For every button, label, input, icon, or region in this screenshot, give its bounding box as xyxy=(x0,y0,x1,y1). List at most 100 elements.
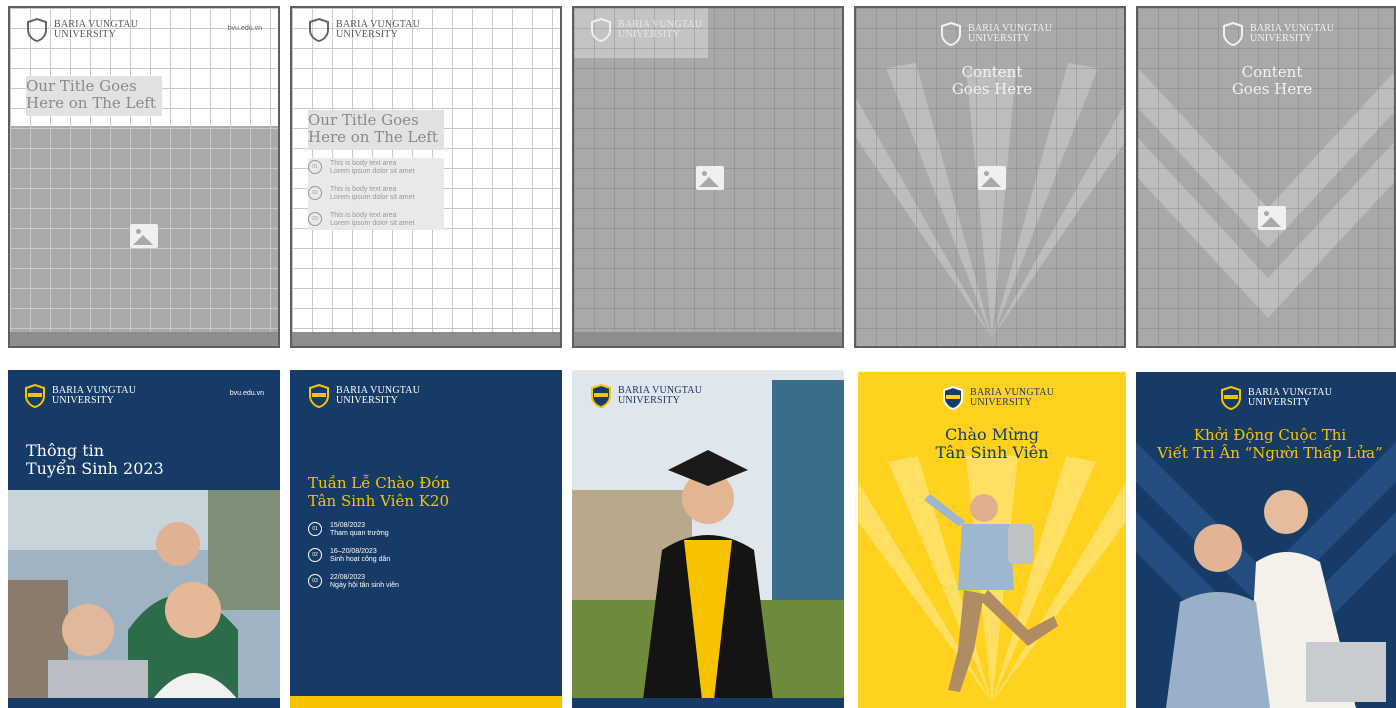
title-line1: Thông tin xyxy=(26,441,105,460)
template-title: Our Title Goes Here on The Left xyxy=(26,78,156,112)
template-card-3[interactable]: BARIA VUNGTAU UNIVERSITY xyxy=(572,6,844,348)
item-desc: Tham quan trường xyxy=(330,530,389,537)
shield-icon xyxy=(309,18,329,42)
template-title: Content Goes Here xyxy=(1138,63,1394,98)
logo: BARIA VUNGTAU UNIVERSITY xyxy=(590,384,702,408)
shield-icon xyxy=(943,386,963,410)
shield-icon xyxy=(1223,22,1243,46)
title-line2: Tân Sinh Viên xyxy=(935,443,1049,462)
poster-card-2[interactable]: BARIA VUNGTAU UNIVERSITY Tuần Lễ Chào Đón… xyxy=(290,370,562,708)
image-placeholder-icon xyxy=(978,166,1006,190)
item-desc: Ngày hội tân sinh viên xyxy=(330,582,399,589)
footer-bar xyxy=(292,332,560,346)
title-line2: Here on The Left xyxy=(308,128,438,146)
number-badge: 03 xyxy=(308,212,322,226)
item-line1: This is body text area xyxy=(330,160,397,167)
logo-line2: UNIVERSITY xyxy=(968,33,1030,44)
footer-bar xyxy=(572,698,844,708)
logo-line2: UNIVERSITY xyxy=(618,29,680,40)
template-card-5[interactable]: BARIA VUNGTAU UNIVERSITY Content Goes Her… xyxy=(1136,6,1396,348)
shield-icon xyxy=(25,384,45,408)
item-line2: Lorem ipsum dolor sit amet xyxy=(330,220,415,227)
poster-title: Khởi Động Cuộc Thi Viết Tri Ân “Người Th… xyxy=(1136,426,1396,462)
students-photo xyxy=(8,490,280,706)
domain-text: bvu.edu.vn xyxy=(227,25,262,32)
item-date: 22/08/2023 xyxy=(330,574,366,581)
image-placeholder-icon xyxy=(696,166,724,190)
logo: BARIA VUNGTAU UNIVERSITY xyxy=(24,384,136,408)
title-line2: Here on The Left xyxy=(26,94,156,112)
schedule-item: 01 15/08/2023 Tham quan trường xyxy=(308,522,389,538)
graduate-photo xyxy=(572,370,844,708)
item-line2: Lorem ipsum dolor sit amet xyxy=(330,194,415,201)
logo: BARIA VUNGTAU UNIVERSITY xyxy=(1220,386,1332,410)
item-line1: This is body text area xyxy=(330,186,397,193)
list-item: 03 This is body text area Lorem ipsum dol… xyxy=(308,212,414,228)
item-date: 15/08/2023 xyxy=(330,522,366,529)
domain-text: bvu.edu.vn xyxy=(229,390,264,397)
template-card-2[interactable]: BARIA VUNGTAU UNIVERSITY Our Title Goes H… xyxy=(290,6,562,348)
item-desc: Sinh hoạt công dân xyxy=(330,556,391,563)
logo: BARIA VUNGTAU UNIVERSITY xyxy=(308,384,420,408)
number-badge: 02 xyxy=(308,548,322,562)
poster-card-4[interactable]: BARIA VUNGTAU UNIVERSITY Chào Mừng Tân Si… xyxy=(858,372,1126,708)
item-line2: Lorem ipsum dolor sit amet xyxy=(330,168,415,175)
logo-line2: UNIVERSITY xyxy=(1250,33,1312,44)
logo-line2: UNIVERSITY xyxy=(336,29,398,40)
number-badge: 02 xyxy=(308,186,322,200)
title-line1: Our Title Goes xyxy=(26,77,137,95)
title-line1: Content xyxy=(1241,63,1303,81)
list-item: 02 This is body text area Lorem ipsum dol… xyxy=(308,186,414,202)
poster-card-1[interactable]: BARIA VUNGTAU UNIVERSITY bvu.edu.vn Thông… xyxy=(8,370,280,708)
shield-icon xyxy=(309,384,329,408)
logo: BARIA VUNGTAU UNIVERSITY xyxy=(940,22,1052,46)
shield-icon xyxy=(1221,386,1241,410)
image-placeholder-icon xyxy=(130,224,158,248)
shield-icon xyxy=(591,18,611,42)
logo-line2: UNIVERSITY xyxy=(1248,397,1310,408)
jumping-student-photo xyxy=(924,494,1058,692)
title-line1: Tuần Lễ Chào Đón xyxy=(308,474,450,492)
title-line2: Goes Here xyxy=(951,80,1033,98)
title-line1: Content xyxy=(961,63,1023,81)
title-line2: Tân Sinh Viên K20 xyxy=(308,492,450,510)
item-date: 16–20/08/2023 xyxy=(330,548,377,555)
logo: BARIA VUNGTAU UNIVERSITY xyxy=(26,18,138,42)
logo: BARIA VUNGTAU UNIVERSITY xyxy=(590,18,702,42)
logo-line2: UNIVERSITY xyxy=(54,29,116,40)
logo-line2: UNIVERSITY xyxy=(52,395,114,406)
footer-bar xyxy=(574,332,842,346)
logo: BARIA VUNGTAU UNIVERSITY xyxy=(308,18,420,42)
poster-card-3[interactable]: BARIA VUNGTAU UNIVERSITY xyxy=(572,370,844,708)
students-photo xyxy=(1166,490,1386,708)
chevron-pattern xyxy=(1138,68,1394,318)
schedule-item: 03 22/08/2023 Ngày hội tân sinh viên xyxy=(308,574,399,590)
logo-line2: UNIVERSITY xyxy=(336,395,398,406)
title-line1: Our Title Goes xyxy=(308,111,419,129)
shield-icon xyxy=(941,22,961,46)
number-badge: 01 xyxy=(308,160,322,174)
template-card-1[interactable]: BARIA VUNGTAU UNIVERSITY bvu.edu.vn Our T… xyxy=(8,6,280,348)
poster-card-5[interactable]: BARIA VUNGTAU UNIVERSITY Khởi Động Cuộc T… xyxy=(1136,372,1396,708)
shield-icon xyxy=(591,384,611,408)
schedule-item: 02 16–20/08/2023 Sinh hoạt công dân xyxy=(308,548,390,564)
footer-bar xyxy=(290,696,562,708)
list-item: 01 This is body text area Lorem ipsum dol… xyxy=(308,160,414,176)
template-card-4[interactable]: BARIA VUNGTAU UNIVERSITY Content Goes Her… xyxy=(854,6,1126,348)
image-placeholder-icon xyxy=(1258,206,1286,230)
logo-line2: UNIVERSITY xyxy=(970,397,1032,408)
title-line2: Tuyển Sinh 2023 xyxy=(26,459,164,478)
title-line1: Khởi Động Cuộc Thi xyxy=(1193,426,1347,444)
template-title: Our Title Goes Here on The Left xyxy=(308,112,438,146)
item-line1: This is body text area xyxy=(330,212,397,219)
poster-title: Chào Mừng Tân Sinh Viên xyxy=(858,426,1126,462)
title-line2: Viết Tri Ân “Người Thấp Lửa” xyxy=(1157,444,1383,462)
number-badge: 01 xyxy=(308,522,322,536)
logo-line2: UNIVERSITY xyxy=(618,395,680,406)
poster-title: Thông tin Tuyển Sinh 2023 xyxy=(26,442,164,478)
footer-bar xyxy=(10,332,278,346)
title-line1: Chào Mừng xyxy=(944,425,1040,444)
shield-icon xyxy=(27,18,47,42)
logo: BARIA VUNGTAU UNIVERSITY xyxy=(1222,22,1334,46)
logo: BARIA VUNGTAU UNIVERSITY xyxy=(942,386,1054,410)
